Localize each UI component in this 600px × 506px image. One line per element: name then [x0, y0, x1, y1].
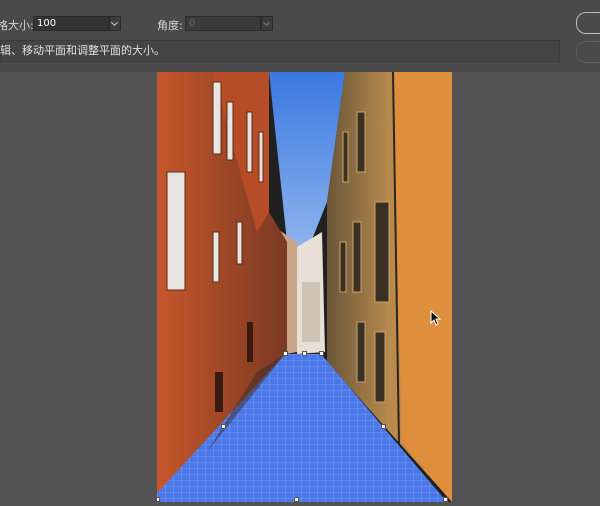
plane-corner-handle[interactable]	[283, 351, 288, 356]
angle-dropdown[interactable]	[261, 16, 273, 31]
options-bar: 网格大小: 100 角度: 0 编辑、移动平面和调整平面的大小。	[0, 0, 600, 72]
plane-edge-handle[interactable]	[221, 424, 226, 429]
angle-input[interactable]: 0	[185, 16, 261, 31]
cancel-button[interactable]	[576, 41, 600, 63]
plane-edge-handle[interactable]	[381, 424, 386, 429]
ok-button[interactable]	[576, 12, 600, 34]
image-canvas[interactable]	[157, 72, 452, 502]
angle-label: 角度:	[157, 19, 183, 32]
grid-size-input[interactable]: 100	[33, 16, 109, 31]
grid-size-label: 网格大小:	[0, 19, 34, 32]
status-hint: 编辑、移动平面和调整平面的大小。	[0, 40, 560, 62]
arrow-cursor-icon	[430, 310, 442, 326]
street-photo	[157, 72, 452, 502]
plane-edge-handle[interactable]	[302, 351, 307, 356]
plane-corner-handle[interactable]	[319, 351, 324, 356]
plane-corner-handle[interactable]	[157, 497, 160, 502]
plane-corner-handle[interactable]	[443, 497, 448, 502]
status-hint-text: 编辑、移动平面和调整平面的大小。	[0, 44, 165, 57]
grid-size-dropdown[interactable]	[109, 16, 121, 31]
plane-edge-handle[interactable]	[294, 497, 299, 502]
